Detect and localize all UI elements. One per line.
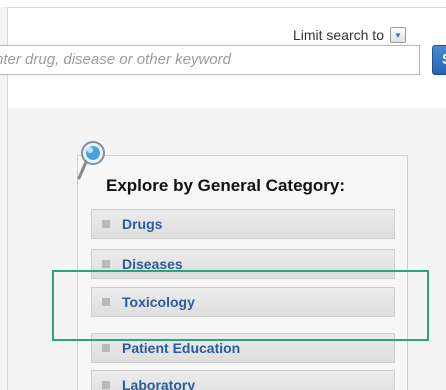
- bullet-icon: [102, 344, 110, 352]
- category-item-label: Diseases: [122, 256, 183, 272]
- limit-search-row: Limit search to ▼: [293, 27, 406, 43]
- category-item-diseases[interactable]: Diseases: [91, 249, 395, 279]
- search-input[interactable]: nter drug, disease or other keyword: [0, 45, 420, 75]
- bullet-icon: [102, 381, 110, 389]
- category-item-label: Laboratory: [122, 377, 196, 390]
- category-item-toxicology[interactable]: Toxicology: [91, 287, 395, 317]
- category-item-drugs[interactable]: Drugs: [91, 209, 395, 239]
- search-button[interactable]: Sea: [432, 45, 446, 75]
- bullet-icon: [102, 298, 110, 306]
- category-item-label: Patient Education: [122, 340, 241, 356]
- bullet-icon: [102, 260, 110, 268]
- category-item-patient-education[interactable]: Patient Education: [91, 333, 395, 363]
- limit-search-dropdown[interactable]: ▼: [390, 27, 406, 43]
- frame-top: [0, 0, 446, 7]
- bullet-icon: [102, 220, 110, 228]
- category-item-label: Drugs: [122, 216, 163, 232]
- category-item-laboratory[interactable]: Laboratory: [91, 370, 395, 390]
- frame-border-top: [7, 7, 446, 8]
- category-item-label: Toxicology: [122, 294, 195, 310]
- category-title: Explore by General Category:: [106, 176, 346, 195]
- limit-search-label: Limit search to: [292, 27, 384, 43]
- search-input-placeholder: nter drug, disease or other keyword: [0, 51, 231, 68]
- chevron-down-icon: ▼: [394, 30, 402, 40]
- page: Limit search to ▼ nter drug, disease or …: [0, 0, 446, 390]
